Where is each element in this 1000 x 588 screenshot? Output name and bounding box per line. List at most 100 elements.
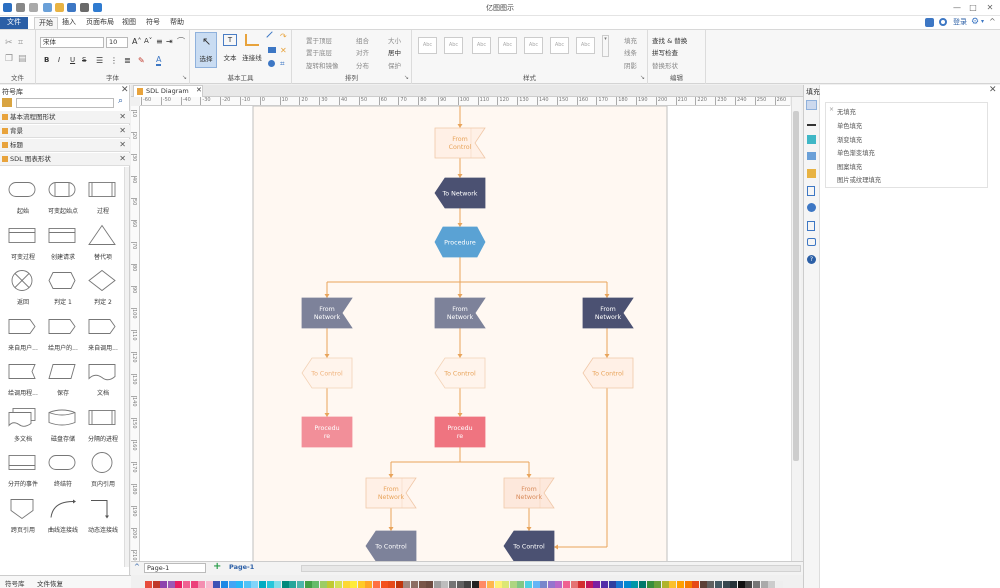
bring-front-button[interactable]: 置于顶层 [306, 35, 332, 45]
palette-swatch[interactable] [205, 581, 213, 588]
palette-swatch[interactable] [623, 581, 631, 588]
palette-swatch[interactable] [532, 581, 540, 588]
palette-swatch[interactable] [639, 581, 646, 588]
category-close-icon[interactable]: ✕ [119, 111, 126, 123]
palette-swatch[interactable] [730, 581, 738, 588]
library-category-basic-flowchart[interactable]: 基本流程图形状 ✕ [0, 111, 130, 124]
find-replace-button[interactable]: 查找 & 替换 [652, 35, 687, 45]
palette-swatch[interactable] [464, 581, 472, 588]
theme-icon[interactable] [807, 135, 816, 144]
palette-swatch[interactable] [228, 581, 236, 588]
image-icon[interactable] [807, 152, 816, 160]
palette-swatch[interactable] [760, 581, 768, 588]
fill-option-mono-gradient[interactable]: 单色渐变填充 [837, 148, 875, 157]
palette-swatch[interactable] [441, 581, 449, 588]
library-shape-19[interactable]: 分开的事件 [2, 448, 44, 493]
palette-swatch[interactable] [449, 581, 456, 588]
shrink-font-icon[interactable]: A˅ [144, 37, 152, 45]
fill-option-none[interactable]: 无填充 [837, 107, 856, 116]
font-size-select[interactable]: 10 [106, 37, 128, 48]
font-color-icon[interactable]: A [156, 55, 162, 66]
palette-swatch[interactable] [601, 581, 608, 588]
palette-swatch[interactable] [593, 581, 601, 588]
library-shape-6[interactable]: 替代项 [82, 221, 124, 266]
fill-option-pattern[interactable]: 图案填充 [837, 162, 862, 171]
library-scrollbar[interactable] [124, 167, 129, 567]
style-dialog-launcher-icon[interactable]: ↘ [640, 74, 645, 81]
palette-swatch[interactable] [395, 581, 403, 588]
palette-swatch[interactable] [312, 581, 320, 588]
palette-swatch[interactable] [525, 581, 532, 588]
crop-tool-icon[interactable]: ⌗ [280, 59, 285, 69]
settings-gear-icon[interactable]: ⚙ [971, 17, 979, 27]
palette-swatch[interactable] [365, 581, 373, 588]
copy-icon[interactable]: ❐ [5, 54, 13, 64]
palette-swatch[interactable] [608, 581, 616, 588]
palette-swatch[interactable] [494, 581, 502, 588]
page-properties-icon[interactable] [807, 186, 815, 196]
menu-help[interactable]: 帮助 [166, 17, 188, 29]
palette-swatch[interactable] [297, 581, 304, 588]
menu-home[interactable]: 开始 [34, 17, 58, 29]
library-shape-2[interactable]: 可变起始点 [42, 175, 84, 220]
library-shape-4[interactable]: 可变过程 [2, 221, 44, 266]
highlight-icon[interactable]: ✎ [138, 56, 145, 65]
palette-swatch[interactable] [342, 581, 350, 588]
protect-button[interactable]: 保护 [388, 60, 401, 70]
library-shape-14[interactable]: 保存 [42, 357, 84, 402]
library-shape-21[interactable]: 页内引用 [82, 448, 124, 493]
rotate-mirror-button[interactable]: 旋转和镜像 [306, 60, 339, 70]
library-category-background[interactable]: 背景 ✕ [0, 125, 130, 138]
library-shape-15[interactable]: 文档 [82, 357, 124, 402]
menu-symbol[interactable]: 符号 [142, 17, 164, 29]
palette-swatch[interactable] [243, 581, 251, 588]
spell-check-button[interactable]: 拼写检查 [652, 47, 678, 57]
palette-swatch[interactable] [684, 581, 692, 588]
palette-swatch[interactable] [251, 581, 259, 588]
library-menu-icon[interactable] [2, 98, 12, 107]
horizontal-scrollbar[interactable] [301, 565, 801, 572]
palette-swatch[interactable] [327, 581, 335, 588]
palette-swatch[interactable] [411, 581, 418, 588]
line-button[interactable]: 线条 [624, 47, 637, 57]
palette-swatch[interactable] [403, 581, 411, 588]
library-shape-5[interactable]: 创建请求 [42, 221, 84, 266]
palette-swatch[interactable] [274, 581, 282, 588]
canvas-vertical-scrollbar[interactable] [791, 97, 801, 561]
italic-button[interactable]: I [58, 56, 60, 64]
palette-swatch[interactable] [487, 581, 494, 588]
doc-tab-sdl-diagram[interactable]: SDL Diagram ✕ [133, 85, 203, 97]
palette-swatch[interactable] [540, 581, 548, 588]
library-shape-1[interactable]: 起始 [2, 175, 44, 220]
sdl-node-10[interactable] [301, 416, 353, 448]
palette-swatch[interactable] [373, 581, 380, 588]
fill-button[interactable]: 填充 [624, 35, 637, 45]
add-page-button[interactable]: + [213, 561, 221, 572]
document-icon[interactable] [807, 221, 815, 231]
minimize-icon[interactable]: — [950, 1, 964, 14]
arrange-dialog-launcher-icon[interactable]: ↘ [404, 74, 409, 81]
cut-icon[interactable]: ✂ [5, 38, 13, 48]
palette-swatch[interactable] [616, 581, 624, 588]
center-button[interactable]: 居中 [388, 47, 401, 57]
palette-swatch[interactable] [433, 581, 441, 588]
menu-page-layout[interactable]: 页面布局 [82, 17, 118, 29]
doc-tab-close-icon[interactable]: ✕ [196, 86, 202, 94]
rectangle-icon[interactable] [268, 47, 276, 53]
group-button[interactable]: 组合 [356, 35, 369, 45]
palette-swatch[interactable] [145, 581, 152, 588]
palette-swatch[interactable] [281, 581, 289, 588]
tab-file-recovery[interactable]: 文件恢复 [37, 578, 63, 588]
curve-icon[interactable]: ⌒ [177, 36, 185, 47]
category-close-icon[interactable]: ✕ [119, 139, 126, 151]
tab-symbol-library[interactable]: 符号库 [5, 578, 25, 588]
category-close-icon[interactable]: ✕ [119, 125, 126, 137]
strike-button[interactable]: S [82, 56, 86, 64]
library-search-input[interactable] [16, 98, 114, 108]
scroll-thumb[interactable] [793, 111, 799, 461]
fill-option-gradient[interactable]: 渐变填充 [837, 135, 862, 144]
drawing-canvas[interactable]: From Control To Network Procedure From Networ… [140, 106, 791, 561]
palette-swatch[interactable] [745, 581, 753, 588]
palette-swatch[interactable] [677, 581, 684, 588]
library-shape-10[interactable]: 来自用户... [2, 312, 44, 357]
